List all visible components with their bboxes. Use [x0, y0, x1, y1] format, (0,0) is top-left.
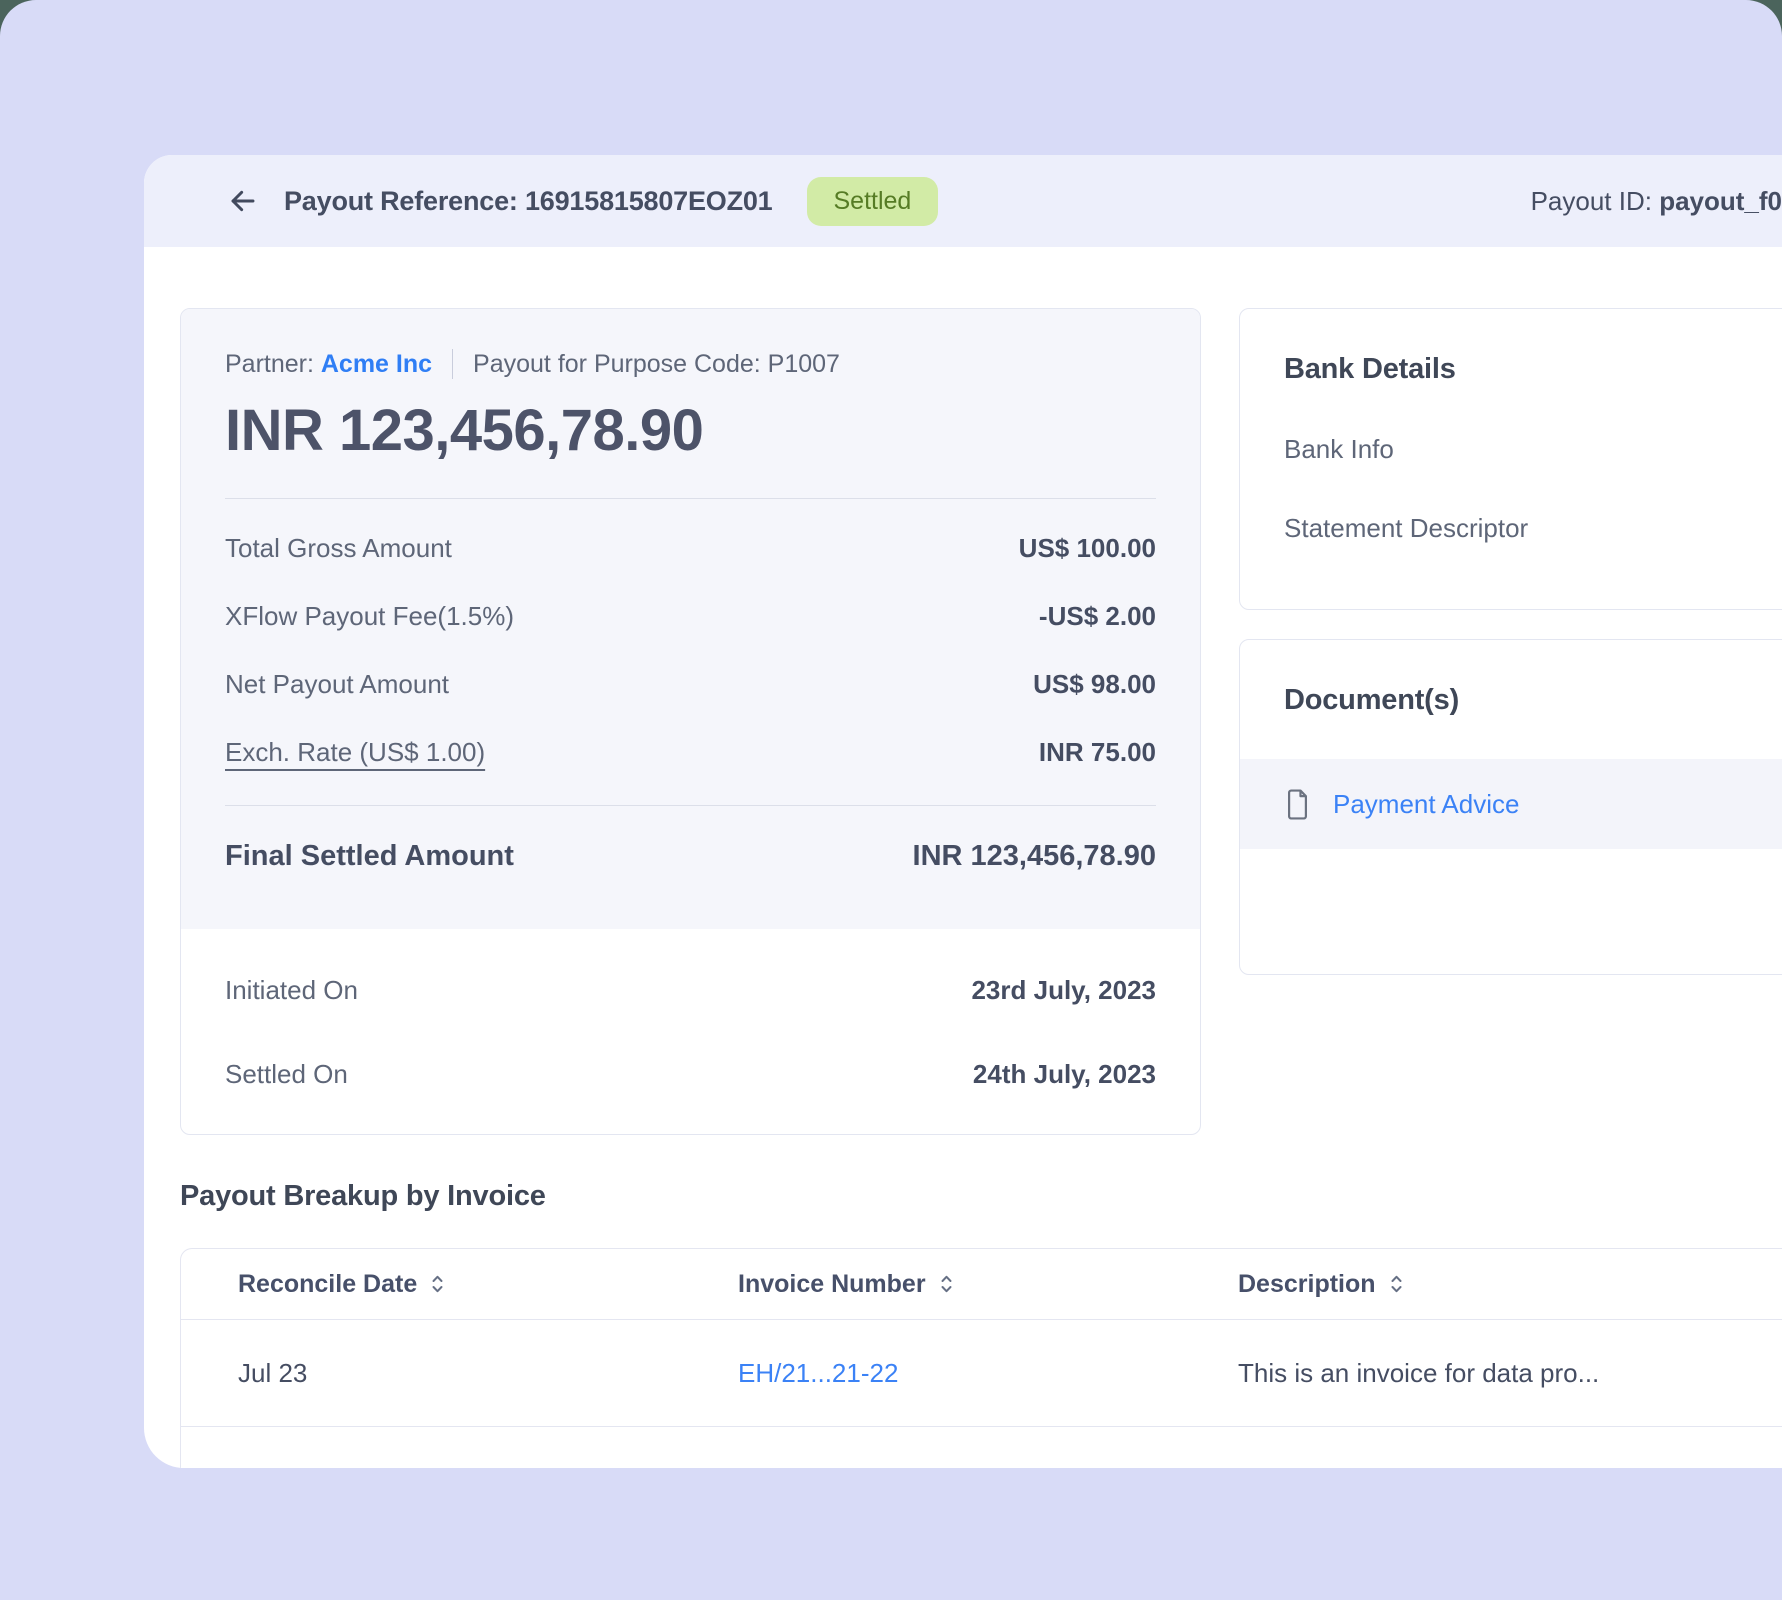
summary-row: Exch. Rate (US$ 1.00) INR 75.00: [225, 737, 1156, 768]
row-value: INR 75.00: [1039, 737, 1156, 768]
table-header-row: Reconcile Date Invoice Number: [181, 1249, 1782, 1320]
payment-advice-link[interactable]: Payment Advice: [1333, 789, 1519, 820]
row-label: XFlow Payout Fee(1.5%): [225, 601, 514, 632]
sort-icon: [1389, 1272, 1404, 1296]
column-label: Description: [1238, 1270, 1376, 1299]
payout-id-value: payout_f0: [1659, 186, 1782, 216]
partner-line: Partner: Acme Inc Payout for Purpose Cod…: [225, 349, 1156, 379]
statement-descriptor-item: Statement Descriptor: [1284, 513, 1761, 544]
arrow-left-icon: [227, 185, 259, 217]
row-label: Initiated On: [225, 975, 358, 1006]
documents-title: Document(s): [1240, 684, 1782, 717]
date-row: Initiated On 23rd July, 2023: [225, 975, 1156, 1006]
row-value: US$ 98.00: [1033, 669, 1156, 700]
payout-id: Payout ID: payout_f0: [1531, 186, 1782, 217]
description-cell: This is an invoice for data pro...: [1238, 1358, 1782, 1389]
invoice-number-cell: EH/21...21-22: [738, 1358, 1238, 1389]
invoice-number-link[interactable]: EH/21...21-22: [738, 1358, 898, 1388]
documents-card: Document(s) Payment Advice: [1239, 639, 1782, 975]
app-background: Payout Reference: 16915815807EOZ01 Settl…: [0, 0, 1782, 1600]
vertical-divider: [452, 349, 453, 379]
purpose-code-text: Payout for Purpose Code: P1007: [473, 350, 840, 379]
summary-dates-section: Initiated On 23rd July, 2023 Settled On …: [181, 929, 1200, 1135]
breakup-title: Payout Breakup by Invoice: [180, 1180, 546, 1213]
bank-info-item: Bank Info: [1284, 434, 1761, 465]
sort-icon: [939, 1272, 954, 1296]
invoice-table: Reconcile Date Invoice Number: [180, 1248, 1782, 1468]
column-header-invoice-number[interactable]: Invoice Number: [738, 1270, 1238, 1299]
summary-row: XFlow Payout Fee(1.5%) -US$ 2.00: [225, 601, 1156, 632]
row-label: Total Gross Amount: [225, 533, 452, 564]
column-label: Reconcile Date: [238, 1270, 417, 1299]
exchange-rate-label[interactable]: Exch. Rate (US$ 1.00): [225, 737, 485, 768]
divider: [225, 498, 1156, 499]
payout-amount: INR 123,456,78.90: [225, 397, 1156, 464]
summary-amount-section: Partner: Acme Inc Payout for Purpose Cod…: [181, 309, 1200, 929]
payout-id-label: Payout ID:: [1531, 186, 1660, 216]
reconcile-date-cell: Jul 23: [181, 1358, 738, 1389]
final-settled-row: Final Settled Amount INR 123,456,78.90: [225, 840, 1156, 873]
table-row: [181, 1427, 1782, 1468]
summary-row: Net Payout Amount US$ 98.00: [225, 669, 1156, 700]
partner-link[interactable]: Acme Inc: [321, 350, 432, 379]
column-header-reconcile-date[interactable]: Reconcile Date: [181, 1270, 738, 1299]
date-row: Settled On 24th July, 2023: [225, 1059, 1156, 1090]
header-bar: Payout Reference: 16915815807EOZ01 Settl…: [144, 155, 1782, 247]
back-button[interactable]: [226, 184, 260, 218]
page-title: Payout Reference: 16915815807EOZ01: [284, 186, 773, 217]
row-value: US$ 100.00: [1019, 533, 1156, 564]
column-header-description[interactable]: Description: [1238, 1270, 1782, 1299]
table-row: Jul 23 EH/21...21-22 This is an invoice …: [181, 1320, 1782, 1427]
row-value: -US$ 2.00: [1039, 601, 1156, 632]
payout-detail-window: Payout Reference: 16915815807EOZ01 Settl…: [144, 155, 1782, 1468]
row-label: Settled On: [225, 1059, 348, 1090]
row-value: 23rd July, 2023: [971, 975, 1156, 1006]
row-label: Final Settled Amount: [225, 840, 514, 873]
document-list-item: Payment Advice: [1240, 759, 1782, 849]
row-value: 24th July, 2023: [973, 1059, 1156, 1090]
payout-summary-card: Partner: Acme Inc Payout for Purpose Cod…: [180, 308, 1201, 1135]
row-value: INR 123,456,78.90: [913, 840, 1156, 873]
file-icon: [1284, 789, 1311, 820]
row-label: Net Payout Amount: [225, 669, 449, 700]
sort-icon: [430, 1272, 445, 1296]
summary-row: Total Gross Amount US$ 100.00: [225, 533, 1156, 564]
column-label: Invoice Number: [738, 1270, 926, 1299]
divider: [225, 805, 1156, 806]
status-badge: Settled: [807, 177, 939, 226]
bank-details-card: Bank Details Bank Info Statement Descrip…: [1239, 308, 1782, 610]
partner-label: Partner:: [225, 350, 321, 379]
bank-details-title: Bank Details: [1284, 353, 1761, 386]
